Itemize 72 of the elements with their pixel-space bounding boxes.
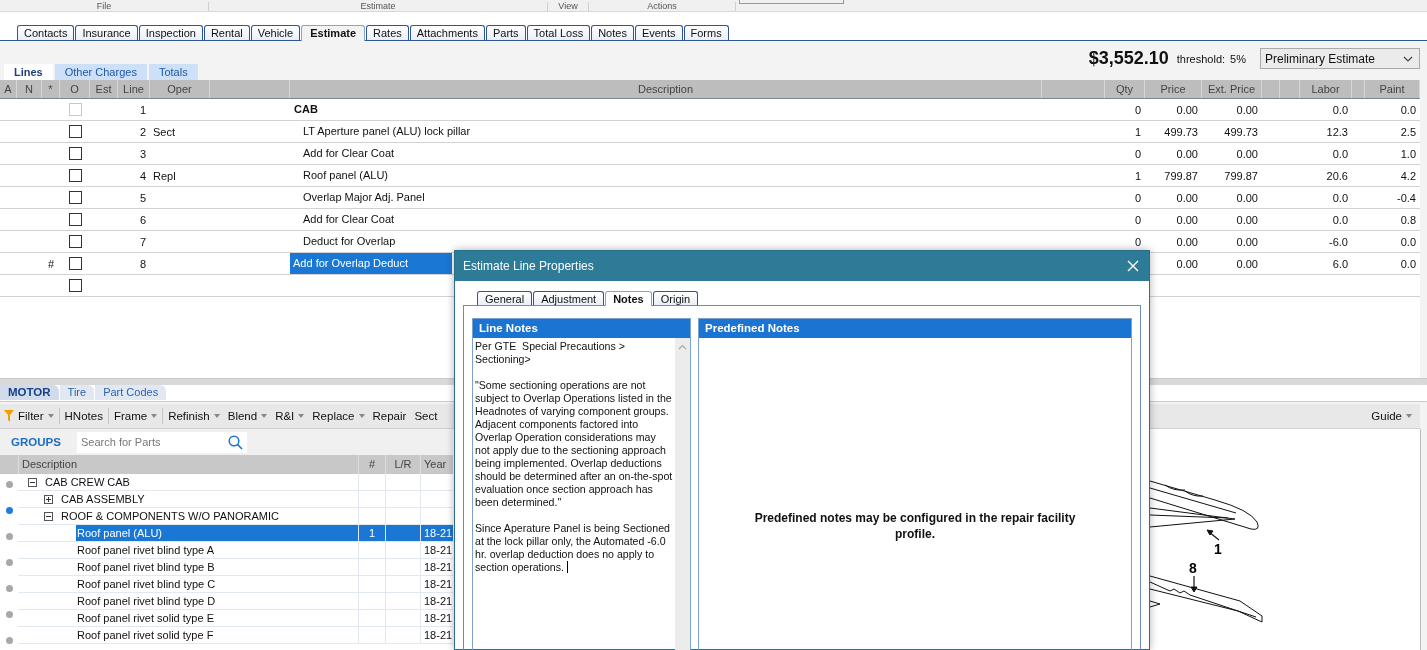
threshold-label: threshold: — [1176, 52, 1226, 65]
table-cell: 0.0 — [1332, 191, 1348, 204]
table-cell: -6.0 — [1329, 235, 1348, 248]
ribbon-group-label: Estimate — [209, 2, 548, 11]
callout-number: 1 — [1214, 541, 1222, 557]
table-cell: 0.00 — [1176, 235, 1198, 248]
table-cell: 18-21 — [424, 527, 453, 539]
table-cell: 12.3 — [1326, 125, 1348, 138]
table-cell: 799.87 — [1224, 169, 1258, 182]
table-cell: 0.00 — [1236, 235, 1258, 248]
dialog-title: Estimate Line Properties — [463, 259, 594, 273]
table-cell: 5 — [139, 191, 146, 204]
table-cell: 4 — [139, 169, 146, 182]
table-cell: 18-21 — [424, 595, 453, 607]
table-cell: 0.00 — [1236, 213, 1258, 226]
table-cell: 1 — [1134, 169, 1141, 182]
table-cell: 18-21 — [424, 612, 453, 624]
table-cell: 0.00 — [1176, 257, 1198, 270]
ribbon-group-label: File — [0, 2, 209, 11]
table-cell: 18-21 — [424, 561, 453, 573]
empty-message: Predefined notes may be configured in the repair facility profile. — [753, 510, 1077, 543]
table-cell: 1.0 — [1400, 147, 1416, 160]
table-cell: 0.00 — [1236, 257, 1258, 270]
table-cell: 0.00 — [1236, 191, 1258, 204]
panel-header: Predefined Notes — [699, 319, 1131, 338]
table-cell: 0.00 — [1236, 103, 1258, 116]
table-cell: 0.00 — [1236, 147, 1258, 160]
table-cell: 0.00 — [1176, 103, 1198, 116]
table-cell: 0.0 — [1332, 147, 1348, 160]
table-cell: 6 — [139, 213, 146, 226]
table-cell: 8 — [139, 257, 146, 270]
table-cell: 499.73 — [1224, 125, 1258, 138]
table-cell: 20.6 — [1326, 169, 1348, 182]
table-cell: 0.0 — [1400, 103, 1416, 116]
table-cell: 18-21 — [424, 544, 453, 556]
table-cell: 0 — [1134, 213, 1141, 226]
estimate-total: $3,552.10 — [1088, 48, 1169, 69]
table-cell: 0.8 — [1400, 213, 1416, 226]
ribbon-group-label: Actions — [589, 2, 736, 11]
table-cell: 2 — [139, 125, 146, 138]
table-cell: 0.00 — [1176, 213, 1198, 226]
table-cell: 499.73 — [1164, 125, 1198, 138]
table-cell: 2.5 — [1400, 125, 1416, 138]
table-cell: # — [47, 257, 55, 270]
table-cell: 799.87 — [1164, 169, 1198, 182]
ribbon-group-label: View — [548, 2, 589, 11]
table-cell: 18-21 — [424, 578, 453, 590]
groups-label: GROUPS — [10, 436, 62, 448]
table-cell: 0.0 — [1400, 257, 1416, 270]
panel-header: Line Notes — [473, 319, 690, 338]
table-cell: 6.0 — [1332, 257, 1348, 270]
table-cell: 4.2 — [1400, 169, 1416, 182]
callout-number: 8 — [1189, 560, 1197, 576]
table-cell: 1 — [368, 527, 376, 539]
table-cell: 0.00 — [1176, 191, 1198, 204]
table-cell: 1 — [1134, 125, 1141, 138]
table-cell: Sect — [153, 125, 175, 138]
table-cell: 7 — [139, 235, 146, 248]
threshold-value: 5% — [1230, 52, 1246, 65]
table-cell: 0.0 — [1332, 103, 1348, 116]
table-cell: Repl — [153, 169, 176, 182]
table-cell: 0 — [1134, 147, 1141, 160]
table-cell: -0.4 — [1397, 191, 1416, 204]
table-cell: 0.00 — [1176, 147, 1198, 160]
table-cell: 1 — [139, 103, 146, 116]
table-cell: 0 — [1134, 235, 1141, 248]
table-cell: 18-21 — [424, 629, 453, 641]
table-cell: 0.0 — [1400, 235, 1416, 248]
table-cell: 0 — [1134, 103, 1141, 116]
table-cell: 0 — [1134, 191, 1141, 204]
table-cell: 0.0 — [1332, 213, 1348, 226]
table-cell: 3 — [139, 147, 146, 160]
